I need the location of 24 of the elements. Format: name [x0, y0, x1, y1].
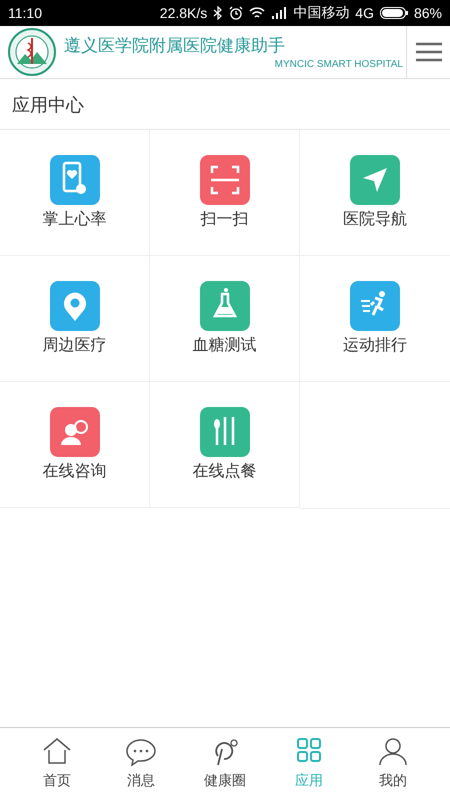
app-item[interactable]: 血糖测试 — [150, 256, 300, 382]
app-item[interactable]: 在线点餐 — [150, 382, 300, 508]
network-speed: 22.8K/s — [160, 5, 208, 21]
app-item[interactable]: 周边医疗 — [0, 256, 150, 382]
menu-icon — [416, 42, 442, 62]
network-type: 4G — [355, 5, 374, 21]
battery-icon — [380, 7, 408, 19]
app-item[interactable]: 在线咨询 — [0, 382, 150, 508]
logo-icon — [8, 28, 56, 76]
app-title: 遵义医学院附属医院健康助手 — [64, 35, 286, 57]
signal-icon — [271, 7, 288, 19]
tab-item[interactable]: 消息 — [99, 728, 183, 800]
alarm-icon — [229, 6, 244, 20]
wifi-icon — [249, 6, 266, 20]
battery-percent: 86% — [414, 5, 442, 21]
tab-item[interactable]: 健康圈 — [183, 728, 267, 800]
app-subtitle: MYNCIC SMART HOSPITAL — [274, 59, 403, 70]
status-time: 11:10 — [8, 5, 42, 21]
app-item[interactable]: 扫一扫 — [150, 130, 300, 256]
bluetooth-icon — [213, 6, 224, 20]
tab-item[interactable]: 首页 — [15, 728, 99, 800]
carrier-name: 中国移动 — [293, 4, 350, 22]
tab-item[interactable]: 我的 — [351, 728, 435, 800]
app-item[interactable]: 掌上心率 — [0, 130, 150, 256]
